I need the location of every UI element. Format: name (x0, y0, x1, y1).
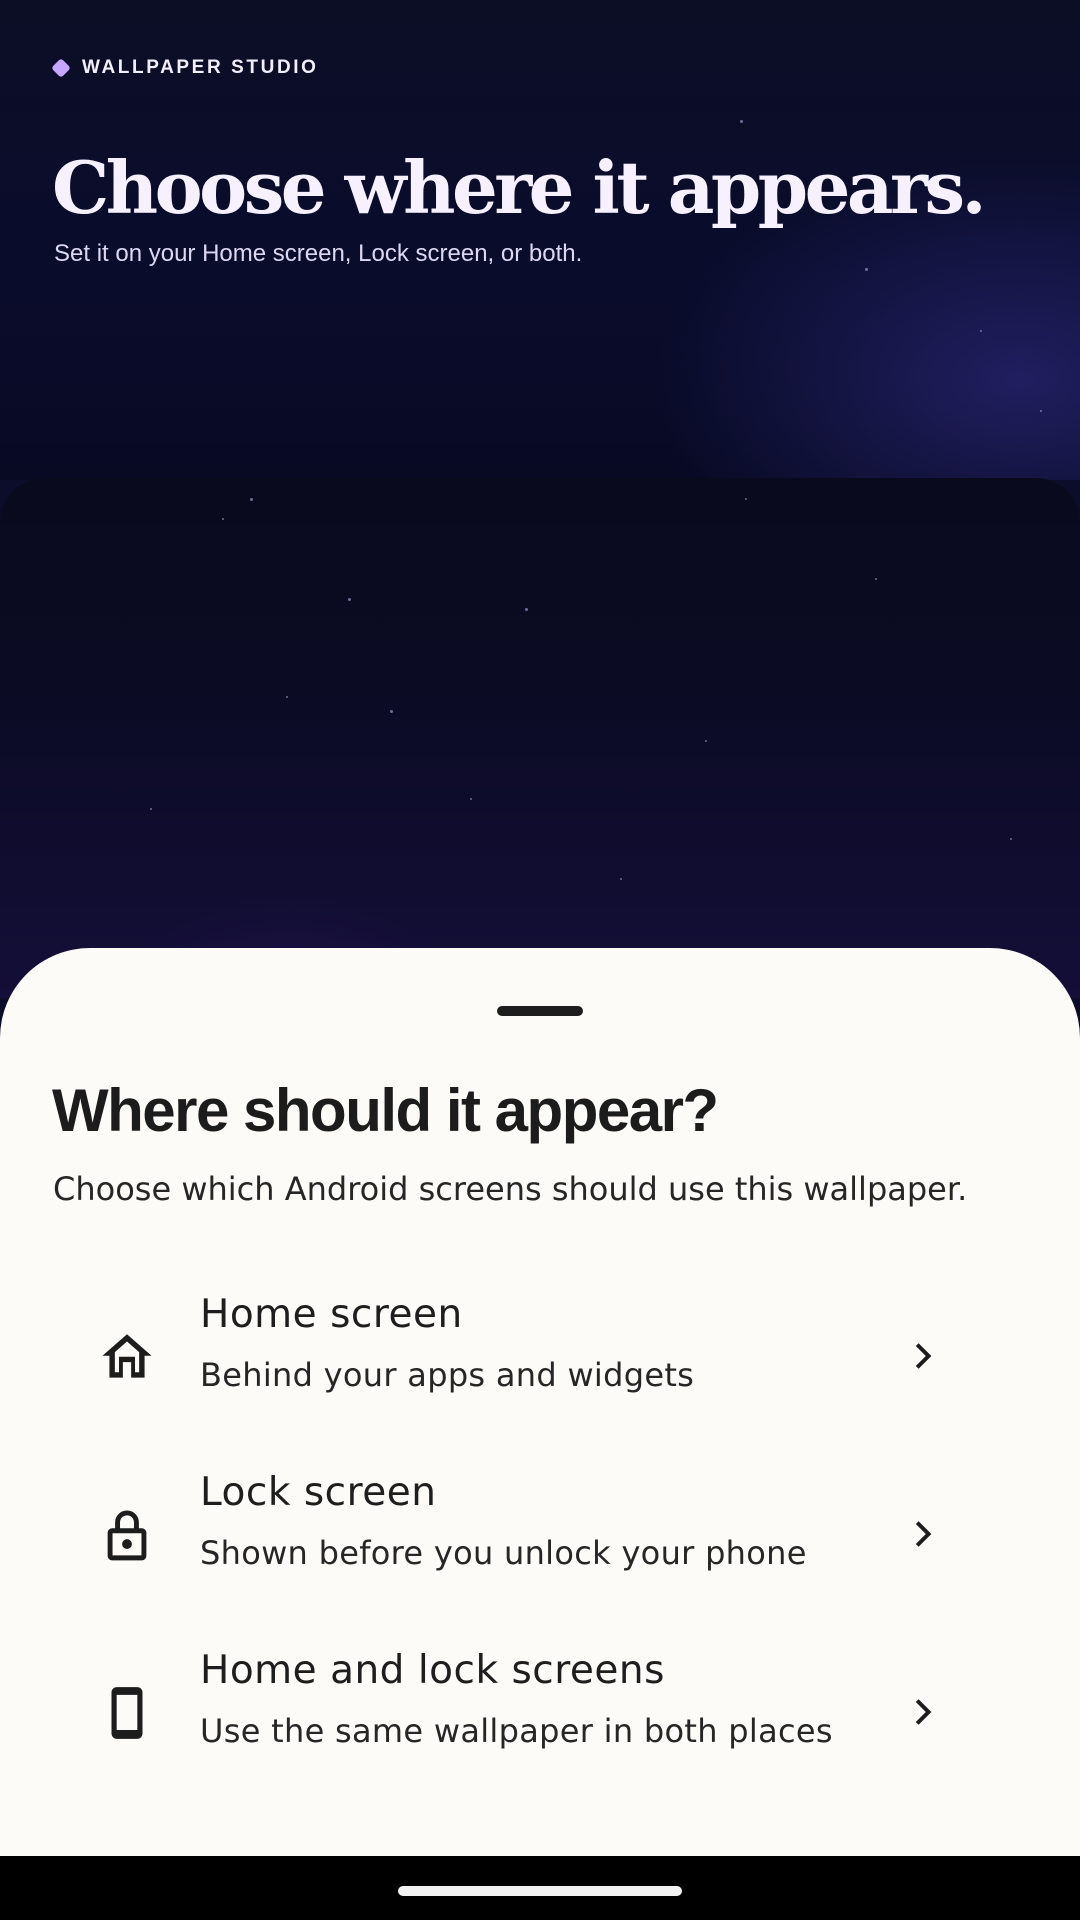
option-description: Use the same wallpaper in both places (200, 1712, 833, 1750)
hero-subtitle: Set it on your Home screen, Lock screen,… (54, 240, 583, 267)
brand-diamond-icon (51, 58, 71, 78)
option-home-screen[interactable]: Home screen Behind your apps and widgets (60, 1282, 960, 1432)
option-title: Lock screen (200, 1470, 437, 1515)
brand-label: WALLPAPER STUDIO (51, 56, 319, 80)
lock-icon (96, 1504, 158, 1566)
chevron-right-icon (900, 1510, 948, 1558)
option-home-and-lock-screens[interactable]: Home and lock screens Use the same wallp… (60, 1638, 960, 1788)
option-title: Home screen (200, 1292, 463, 1337)
option-title: Home and lock screens (200, 1648, 665, 1693)
wallpaper-preview (0, 478, 1080, 998)
option-description: Behind your apps and widgets (200, 1356, 695, 1394)
sheet-title: Where should it appear? (52, 1077, 719, 1144)
sheet-subtitle: Choose which Android screens should use … (53, 1170, 968, 1208)
bottom-sheet: Where should it appear? Choose which And… (0, 948, 1080, 1856)
home-icon (96, 1326, 158, 1388)
chevron-right-icon (900, 1688, 948, 1736)
system-navigation-bar (0, 1856, 1080, 1920)
option-description: Shown before you unlock your phone (200, 1534, 807, 1572)
home-gesture-handle[interactable] (398, 1886, 682, 1896)
hero-banner: WALLPAPER STUDIO Choose where it appears… (0, 0, 1080, 480)
option-lock-screen[interactable]: Lock screen Shown before you unlock your… (60, 1460, 960, 1610)
phone-icon (96, 1682, 158, 1744)
brand-name: WALLPAPER STUDIO (82, 57, 319, 78)
drag-handle[interactable] (497, 1006, 583, 1016)
hero-title: Choose where it appears. (52, 145, 987, 230)
chevron-right-icon (900, 1332, 948, 1380)
